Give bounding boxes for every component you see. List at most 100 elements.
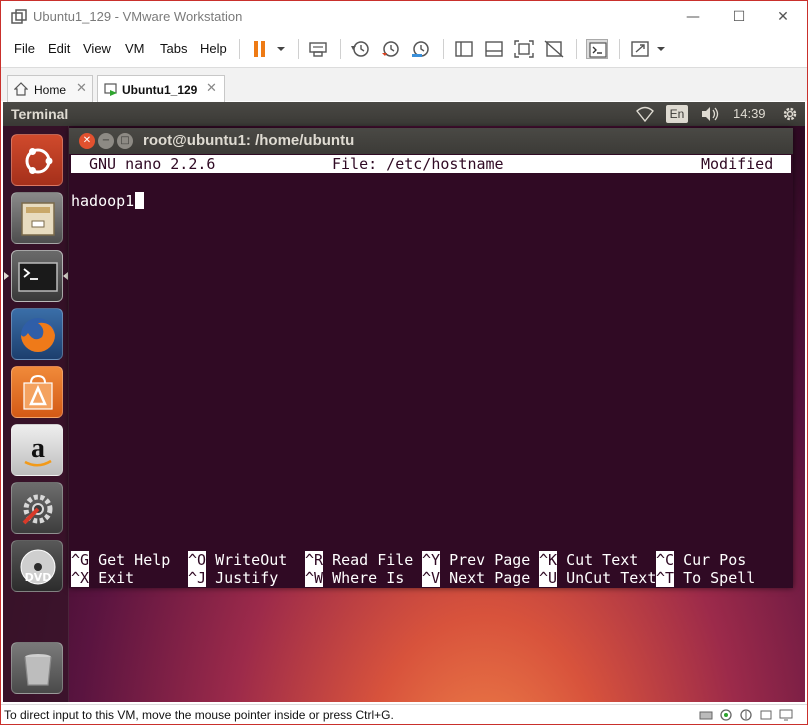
minimize-button[interactable]: — (673, 5, 713, 29)
file-content: hadoop1 (71, 192, 135, 210)
wifi-icon[interactable] (635, 105, 655, 123)
shortcut-cur-pos[interactable]: ^C Cur Pos (656, 551, 746, 569)
unity-icon[interactable] (543, 39, 565, 59)
title-bar: Ubuntu1_129 - VMware Workstation — ☐ ✕ (1, 1, 807, 33)
pause-icon[interactable] (249, 39, 271, 59)
terminal-title-bar: ✕ − □ root@ubuntu1: /home/ubuntu (69, 128, 793, 154)
unity-launcher: a DVD (3, 126, 69, 702)
volume-icon[interactable] (700, 105, 720, 123)
shortcut-writeout[interactable]: ^O WriteOut (188, 551, 287, 569)
tab-home-close-icon[interactable]: ✕ (76, 81, 87, 96)
thumbnail-bar-icon[interactable] (483, 39, 505, 59)
shortcut-row-1: ^G Get Help ^O WriteOut ^R Read File ^Y Prev… (71, 551, 791, 569)
keyboard-layout-indicator[interactable]: En (666, 105, 688, 123)
stretch-guest-icon[interactable] (629, 39, 651, 59)
nano-status: Modified (701, 155, 774, 173)
network-icon[interactable] (719, 708, 733, 722)
menu-help[interactable]: Help (200, 41, 227, 56)
hard-disk-icon[interactable] (699, 708, 713, 722)
active-app-name: Terminal (11, 106, 69, 122)
maximize-button[interactable]: ☐ (719, 5, 759, 29)
nano-editor-line[interactable]: hadoop1 (71, 192, 145, 210)
shortcut-where-is[interactable]: ^W Where Is (305, 569, 404, 587)
window-title: Ubuntu1_129 - VMware Workstation (33, 9, 243, 24)
usb-icon[interactable] (739, 708, 753, 722)
shortcut-uncut-text[interactable]: ^U UnCut Text (539, 569, 656, 587)
tab-ubuntu1-129-close-icon[interactable]: ✕ (206, 81, 217, 96)
shortcut-get-help[interactable]: ^G Get Help (71, 551, 170, 569)
terminal-icon[interactable] (11, 250, 63, 302)
dropdown-arrow-icon[interactable] (651, 39, 673, 59)
nano-shortcuts: ^G Get Help ^O WriteOut ^R Read File ^Y Prev… (71, 551, 791, 587)
shortcut-cut-text[interactable]: ^K Cut Text (539, 551, 638, 569)
toolbar-separator (340, 39, 341, 59)
full-screen-icon[interactable] (513, 39, 535, 59)
snapshot-revert-icon[interactable] (379, 39, 401, 59)
dropdown-arrow-icon[interactable] (271, 39, 293, 59)
files-icon[interactable] (11, 192, 63, 244)
software-center-icon[interactable] (11, 366, 63, 418)
vmware-window: Ubuntu1_129 - VMware Workstation — ☐ ✕ F… (0, 0, 808, 725)
settings-gear-icon[interactable] (780, 105, 800, 123)
menu-file[interactable]: File (14, 41, 35, 56)
shortcut-row-2: ^X Exit ^J Justify ^W Where Is ^V Next Page … (71, 569, 791, 587)
menu-tabs[interactable]: Tabs (160, 41, 187, 56)
toolbar-separator (443, 39, 444, 59)
vmware-logo-icon (11, 9, 27, 25)
close-button[interactable]: ✕ (763, 5, 803, 29)
tab-ubuntu1-129-label: Ubuntu1_129 (122, 83, 198, 97)
amazon-icon[interactable]: a (11, 424, 63, 476)
tab-home[interactable]: Home ✕ (7, 75, 93, 102)
snapshot-take-icon[interactable] (349, 39, 371, 59)
clock[interactable]: 14:39 (733, 106, 766, 121)
ubuntu-dash-icon[interactable] (11, 134, 63, 186)
shortcut-read-file[interactable]: ^R Read File (305, 551, 413, 569)
tab-bar: Home ✕ Ubuntu1_129 ✕ (1, 67, 807, 102)
tab-ubuntu1-129[interactable]: Ubuntu1_129 ✕ (97, 75, 225, 102)
home-icon (13, 82, 29, 96)
vm-icon (104, 82, 118, 96)
text-cursor (135, 192, 145, 209)
toolbar-separator (298, 39, 299, 59)
dvd-icon[interactable]: DVD (11, 540, 63, 592)
status-bar: To direct input to this VM, move the mou… (1, 704, 807, 724)
system-settings-icon[interactable] (11, 482, 63, 534)
focus-indicator (63, 272, 68, 280)
status-message: To direct input to this VM, move the mou… (4, 708, 394, 722)
terminal-window[interactable]: ✕ − □ root@ubuntu1: /home/ubuntu GNU nan… (69, 128, 793, 588)
menu-edit[interactable]: Edit (48, 41, 70, 56)
sound-icon[interactable] (759, 708, 773, 722)
shortcut-exit[interactable]: ^X Exit (71, 569, 134, 587)
terminal-title: root@ubuntu1: /home/ubuntu (143, 132, 355, 149)
snapshot-manager-icon[interactable] (409, 39, 431, 59)
terminal-close-icon[interactable]: ✕ (79, 133, 95, 149)
firefox-icon[interactable] (11, 308, 63, 360)
shortcut-justify[interactable]: ^J Justify (188, 569, 278, 587)
display-icon[interactable] (779, 708, 793, 722)
nano-version: GNU nano 2.2.6 (89, 155, 216, 173)
console-view-icon[interactable] (586, 39, 608, 59)
terminal-maximize-icon[interactable]: □ (117, 133, 133, 149)
svg-text:DVD: DVD (25, 571, 52, 584)
vm-console[interactable]: Terminal En 14:39 a DVD ✕ − □ root@ubunt… (3, 102, 805, 702)
nano-header: GNU nano 2.2.6 File: /etc/hostname Modif… (71, 155, 791, 173)
running-indicator (4, 272, 9, 280)
send-ctrl-alt-del-icon[interactable] (307, 39, 329, 59)
svg-text:a: a (31, 433, 45, 464)
tab-home-label: Home (34, 83, 67, 97)
menu-toolbar: File Edit View VM Tabs Help (1, 33, 807, 65)
toolbar-separator (619, 39, 620, 59)
shortcut-prev-page[interactable]: ^Y Prev Page (422, 551, 530, 569)
shortcut-next-page[interactable]: ^V Next Page (422, 569, 530, 587)
trash-icon[interactable] (11, 642, 63, 694)
library-icon[interactable] (453, 39, 475, 59)
toolbar-separator (239, 39, 240, 59)
shortcut-to-spell[interactable]: ^T To Spell (656, 569, 755, 587)
ubuntu-top-panel: Terminal En 14:39 (3, 102, 805, 126)
terminal-minimize-icon[interactable]: − (98, 133, 114, 149)
nano-filename: File: /etc/hostname (332, 155, 504, 173)
toolbar-separator (576, 39, 577, 59)
menu-vm[interactable]: VM (125, 41, 145, 56)
terminal-content[interactable]: GNU nano 2.2.6 File: /etc/hostname Modif… (69, 154, 793, 588)
menu-view[interactable]: View (83, 41, 111, 56)
